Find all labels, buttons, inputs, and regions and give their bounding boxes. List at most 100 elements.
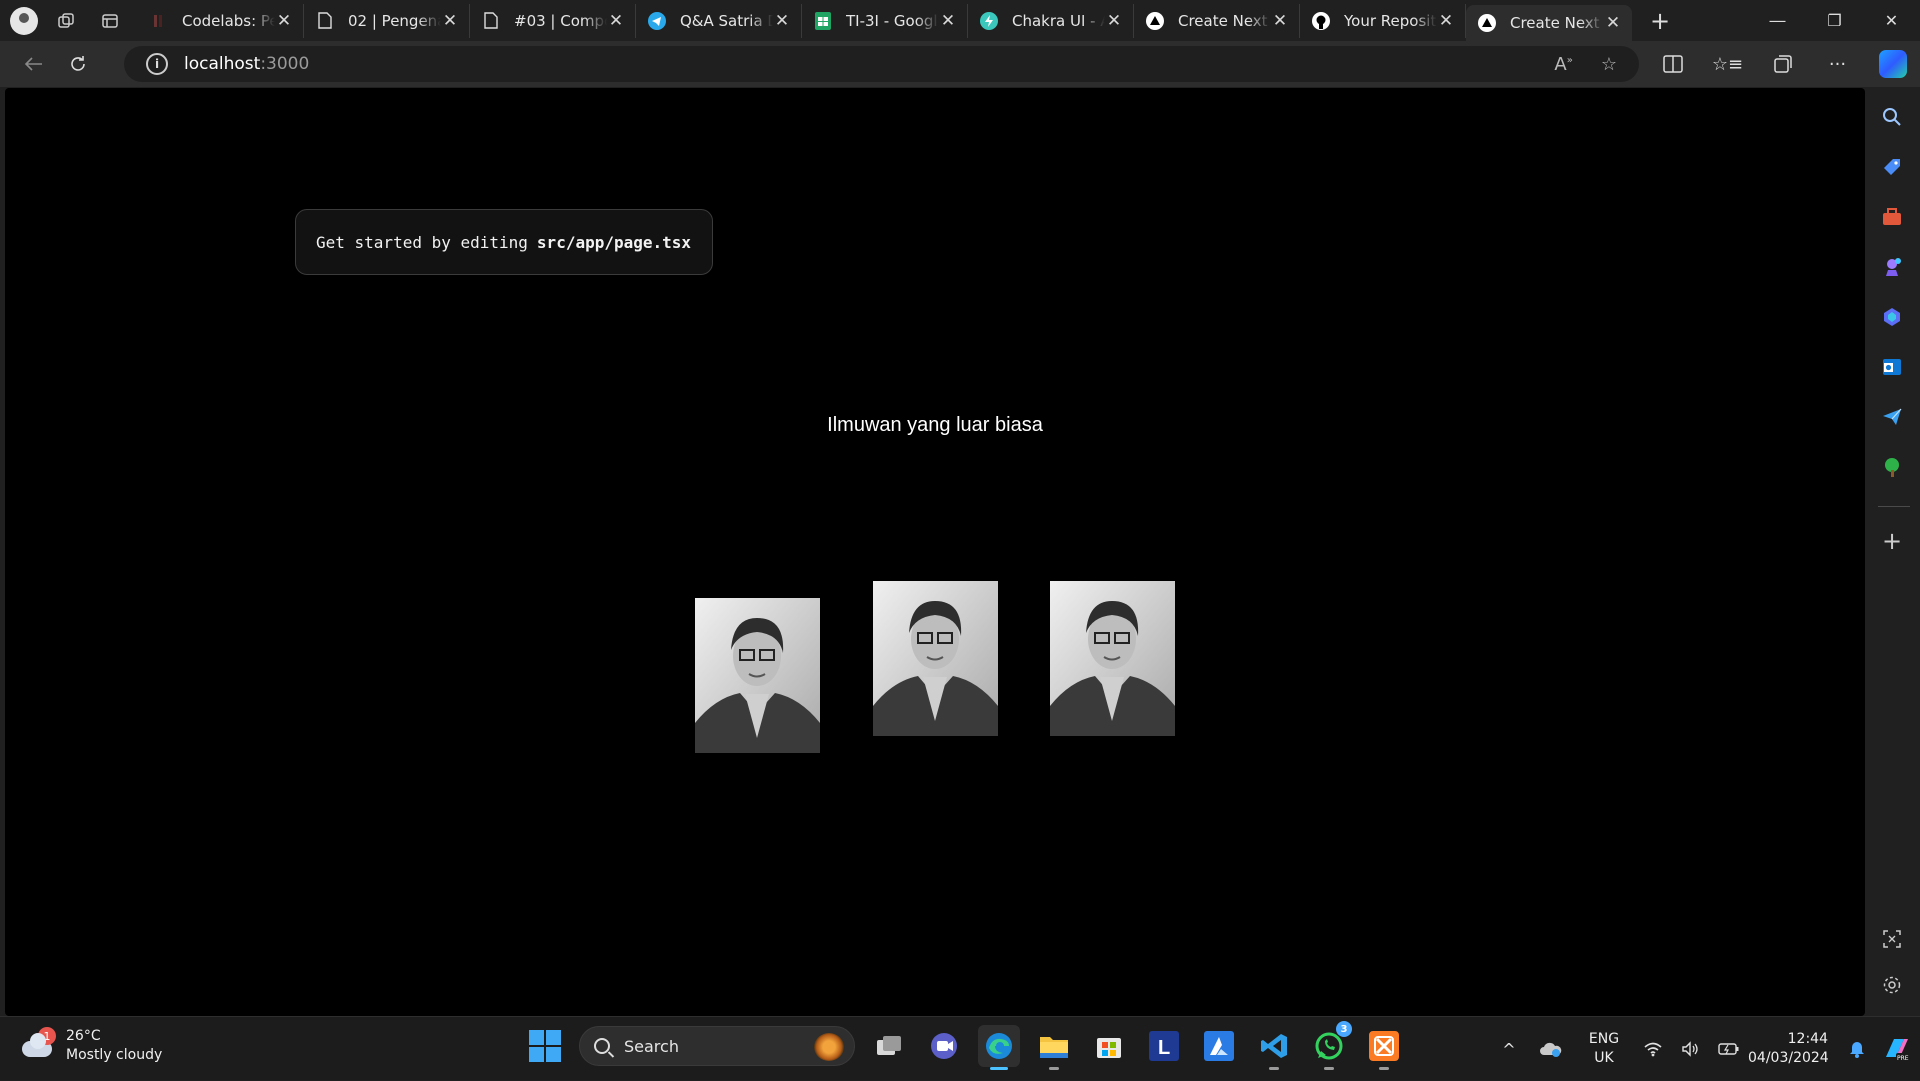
more-options-icon[interactable]: ··· bbox=[1810, 41, 1865, 87]
tab-close-icon[interactable]: ✕ bbox=[607, 11, 625, 31]
xampp-icon[interactable] bbox=[1363, 1025, 1405, 1070]
tab-label: Your Repositories bbox=[1344, 11, 1437, 30]
teams-icon[interactable] bbox=[923, 1025, 965, 1067]
edge-icon[interactable] bbox=[978, 1025, 1020, 1070]
tab-close-icon[interactable]: ✕ bbox=[275, 11, 293, 31]
taskbar-search[interactable]: Search bbox=[579, 1026, 855, 1066]
window-controls: ― ❐ ✕ bbox=[1749, 0, 1920, 40]
address-bar[interactable]: i localhost:3000 A» ☆ bbox=[124, 46, 1639, 82]
split-screen-icon[interactable] bbox=[1645, 41, 1700, 87]
send-icon[interactable] bbox=[1877, 402, 1907, 432]
tab-pengenalan[interactable]: 02 | Pengenalan ✕ bbox=[304, 3, 470, 38]
url-port: :3000 bbox=[260, 54, 310, 74]
battery-icon[interactable] bbox=[1710, 1042, 1748, 1056]
tab-close-icon[interactable]: ✕ bbox=[939, 11, 957, 31]
new-tab-icon[interactable]: + bbox=[1640, 4, 1680, 38]
tab-label: TI-3I - Google Sheets bbox=[846, 11, 939, 30]
outlook-icon[interactable] bbox=[1877, 352, 1907, 382]
screenshot-icon[interactable] bbox=[1877, 924, 1907, 954]
vertical-tabs-icon[interactable] bbox=[88, 1, 132, 41]
store-icon[interactable] bbox=[1088, 1025, 1130, 1067]
games-icon[interactable] bbox=[1877, 252, 1907, 282]
start-windows-icon[interactable] bbox=[524, 1025, 566, 1067]
close-window-icon[interactable]: ✕ bbox=[1863, 0, 1920, 40]
collections-icon[interactable] bbox=[1755, 41, 1810, 87]
tab-chakra-ui[interactable]: Chakra UI - A simple ✕ bbox=[968, 3, 1134, 38]
add-icon[interactable]: + bbox=[1877, 526, 1907, 556]
document-icon bbox=[482, 12, 500, 30]
page-heading: Ilmuwan yang luar biasa bbox=[827, 414, 1043, 436]
tab-components[interactable]: #03 | Components ✕ bbox=[470, 3, 636, 38]
restore-icon[interactable]: ❐ bbox=[1806, 0, 1863, 40]
tab-close-icon[interactable]: ✕ bbox=[1271, 11, 1289, 31]
volume-icon[interactable] bbox=[1672, 1041, 1710, 1057]
site-info-icon[interactable]: i bbox=[146, 53, 168, 75]
onedrive-sync-icon[interactable] bbox=[1528, 1041, 1574, 1057]
tab-github-repositories[interactable]: Your Repositories ✕ bbox=[1300, 3, 1466, 38]
browser-toolbar: i localhost:3000 A» ☆ ☆≡ ··· bbox=[0, 41, 1920, 87]
copilot-app-icon[interactable] bbox=[1877, 302, 1907, 332]
minimize-icon[interactable]: ― bbox=[1749, 0, 1806, 40]
show-hidden-icons-chevron-icon[interactable]: ^ bbox=[1490, 1040, 1528, 1059]
clock-time: 12:44 bbox=[1787, 1031, 1828, 1047]
tree-icon[interactable] bbox=[1877, 452, 1907, 482]
search-highlight-icon bbox=[814, 1033, 844, 1061]
tab-close-icon[interactable]: ✕ bbox=[1437, 11, 1455, 31]
refresh-icon[interactable] bbox=[56, 46, 100, 82]
sidebar-search-icon[interactable] bbox=[1877, 102, 1907, 132]
tab-close-icon[interactable]: ✕ bbox=[1604, 13, 1622, 33]
tab-telegram[interactable]: Q&A Satria Data ✕ bbox=[636, 3, 802, 38]
task-view-icon[interactable] bbox=[868, 1025, 910, 1067]
edge-sidebar: + bbox=[1866, 88, 1920, 1016]
sheets-icon bbox=[814, 11, 832, 30]
language-indicator[interactable]: ENG UK bbox=[1582, 1030, 1626, 1068]
back-arrow-icon[interactable] bbox=[12, 46, 56, 82]
workspaces-icon[interactable] bbox=[44, 1, 88, 41]
tab-close-icon[interactable]: ✕ bbox=[1105, 11, 1123, 31]
chakra-icon bbox=[980, 11, 998, 30]
cloudy-weather-icon: 1 bbox=[20, 1027, 56, 1059]
tab-label: Codelabs: Pengenalan bbox=[182, 11, 275, 30]
wifi-icon[interactable] bbox=[1634, 1041, 1672, 1057]
document-icon bbox=[316, 12, 334, 30]
url-host: localhost bbox=[184, 54, 261, 74]
get-started-text: Get started by editing bbox=[316, 232, 528, 252]
tab-create-next-app-active[interactable]: Create Next App ✕ bbox=[1466, 4, 1632, 41]
tab-label: Q&A Satria Data bbox=[680, 11, 773, 30]
scientist-photo-2 bbox=[873, 581, 998, 736]
clock[interactable]: 12:44 04/03/2024 bbox=[1748, 1030, 1829, 1068]
windows-taskbar: 1 26°C Mostly cloudy Search L 3 ^ ENG UK… bbox=[0, 1016, 1920, 1080]
search-label: Search bbox=[624, 1036, 679, 1056]
favorite-star-icon[interactable]: ☆ bbox=[1601, 54, 1617, 75]
browser-tab-strip: Codelabs: Pengenalan ✕ 02 | Pengenalan ✕… bbox=[0, 0, 1920, 41]
copilot-icon[interactable] bbox=[1865, 41, 1920, 87]
toolbox-icon[interactable] bbox=[1877, 202, 1907, 232]
read-aloud-icon[interactable]: A» bbox=[1554, 54, 1572, 75]
nextjs-icon bbox=[1146, 11, 1164, 30]
notification-bell-icon[interactable] bbox=[1842, 1040, 1872, 1058]
tab-close-icon[interactable]: ✕ bbox=[773, 11, 791, 31]
weather-widget[interactable]: 1 26°C Mostly cloudy bbox=[20, 1027, 162, 1065]
tab-codelabs[interactable]: Codelabs: Pengenalan ✕ bbox=[138, 3, 304, 38]
settings-icon[interactable] bbox=[1877, 970, 1907, 1000]
vscode-icon[interactable] bbox=[1253, 1025, 1295, 1070]
azure-studio-icon[interactable] bbox=[1198, 1025, 1240, 1067]
weather-badge: 1 bbox=[38, 1027, 56, 1045]
profile-avatar-icon[interactable] bbox=[10, 6, 38, 35]
favorites-icon[interactable]: ☆≡ bbox=[1700, 41, 1755, 87]
weather-condition: Mostly cloudy bbox=[66, 1047, 163, 1063]
tab-google-sheets[interactable]: TI-3I - Google Sheets ✕ bbox=[802, 3, 968, 38]
tab-close-icon[interactable]: ✕ bbox=[441, 11, 459, 31]
whatsapp-icon[interactable]: 3 bbox=[1308, 1021, 1352, 1070]
svg-text:L: L bbox=[1158, 1037, 1170, 1059]
code-file-path: src/app/page.tsx bbox=[536, 232, 692, 252]
sidebar-divider bbox=[1878, 506, 1910, 507]
l-app-icon[interactable]: L bbox=[1143, 1025, 1185, 1067]
url-text: localhost:3000 bbox=[184, 54, 309, 74]
shopping-tag-icon[interactable] bbox=[1877, 152, 1907, 182]
file-explorer-icon[interactable] bbox=[1033, 1025, 1075, 1070]
tab-create-next-app[interactable]: Create Next App ✕ bbox=[1134, 3, 1300, 38]
copilot-preview-icon[interactable]: PRE bbox=[1872, 1035, 1920, 1063]
tab-label: #03 | Components bbox=[514, 11, 607, 30]
search-icon bbox=[594, 1038, 610, 1054]
